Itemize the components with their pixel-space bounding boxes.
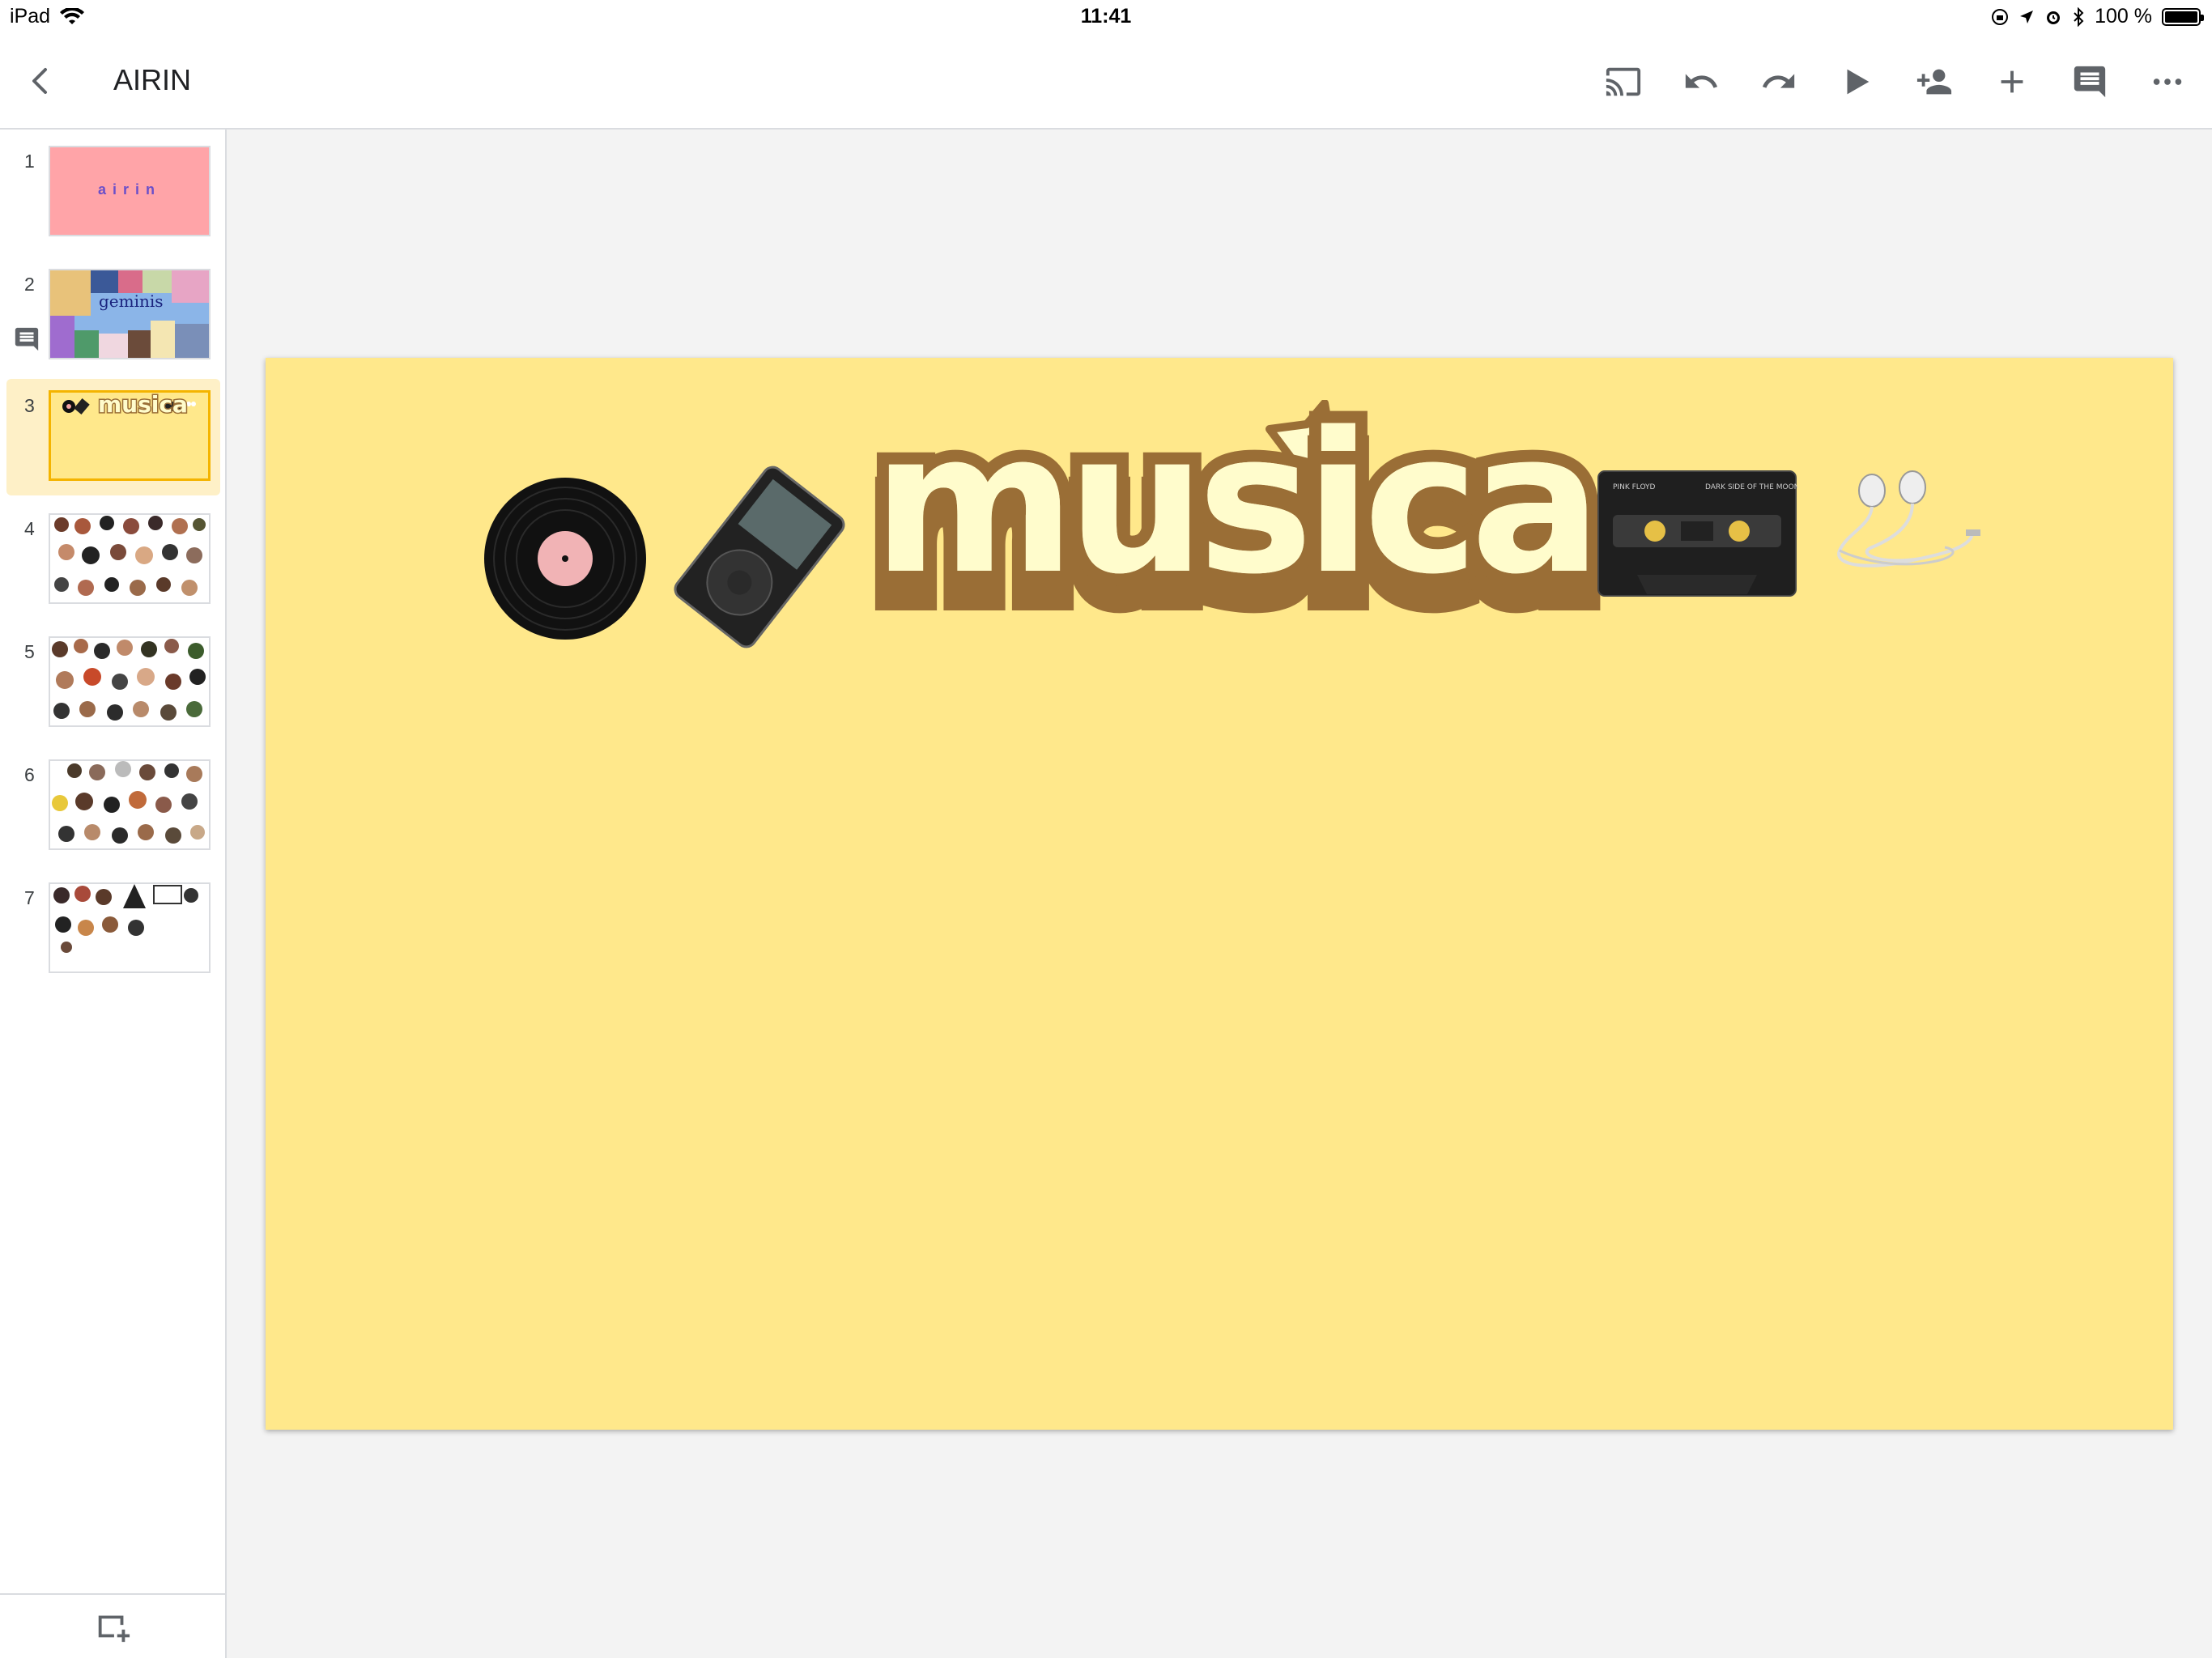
slide-thumbnail-7[interactable]: 7	[6, 871, 220, 988]
app-bar: AIRIN	[0, 34, 2212, 130]
plus-icon	[2001, 70, 2023, 93]
location-icon	[2020, 10, 2034, 23]
slide-number: 6	[24, 764, 35, 785]
cassette-label-left: PINK FLOYD	[1613, 483, 1656, 491]
present-button[interactable]	[1828, 53, 1885, 110]
document-title[interactable]: AIRIN	[113, 63, 191, 97]
collage-preview	[52, 761, 205, 844]
slide-number: 7	[24, 887, 35, 908]
slide-number: 2	[24, 274, 35, 295]
play-icon	[1847, 69, 1870, 95]
current-slide[interactable]: musica musica musica PINK FLOYD DARK SID…	[266, 358, 2173, 1430]
chevron-left-icon	[32, 68, 47, 94]
redo-icon	[1762, 74, 1795, 88]
musica-title[interactable]: musica musica musica	[859, 394, 1615, 640]
cassette-label-right: DARK SIDE OF THE MOON	[1705, 483, 1797, 491]
earphones-image[interactable]	[1823, 470, 1985, 583]
slide-number: 3	[24, 395, 35, 416]
back-button[interactable]	[18, 58, 63, 104]
slide-preview-text: musica	[97, 391, 189, 419]
cast-button[interactable]	[1595, 53, 1652, 110]
slide-preview	[49, 513, 211, 604]
slide-thumbnail-panel: 1 airin 2 geminis 3 musica 4 5 6 7	[0, 130, 227, 1658]
slide-preview: airin	[49, 146, 211, 236]
clock: 11:41	[1080, 5, 1132, 28]
rotation-lock-icon	[1992, 8, 2009, 25]
redo-button[interactable]	[1750, 53, 1807, 110]
slide-thumbnail-6[interactable]: 6	[6, 748, 220, 865]
slide-thumbnail-4[interactable]: 4	[6, 502, 220, 619]
slide-thumbnail-5[interactable]: 5	[6, 625, 220, 742]
slide-number: 4	[24, 518, 35, 539]
slide-preview	[49, 636, 211, 727]
musica-title-text: musica	[873, 390, 1602, 617]
comment-icon	[15, 327, 39, 351]
add-person-icon	[1916, 69, 1952, 95]
slide-thumbnail-3[interactable]: 3 musica	[6, 379, 220, 495]
collage-preview	[54, 516, 206, 596]
slide-thumbnail-1[interactable]: 1 airin	[6, 134, 220, 251]
slide-preview-text: geminis	[99, 291, 164, 311]
collage-preview	[53, 884, 198, 953]
add-slide-icon	[98, 1615, 130, 1643]
vinyl-record-image[interactable]	[483, 476, 648, 641]
alarm-icon	[2047, 11, 2061, 24]
more-options-button[interactable]	[2139, 53, 2196, 110]
collage-preview	[50, 270, 209, 358]
collage-preview	[52, 639, 206, 721]
slide-number: 5	[24, 641, 35, 662]
ipod-image[interactable]	[662, 460, 857, 654]
cassette-tape-image[interactable]: PINK FLOYD DARK SIDE OF THE MOON	[1597, 470, 1797, 597]
slide-preview-text: airin	[97, 181, 161, 198]
slide-preview: geminis	[49, 269, 211, 359]
insert-button[interactable]	[1984, 53, 2040, 110]
comment-icon	[2074, 66, 2106, 98]
share-button[interactable]	[1906, 53, 1963, 110]
cast-icon	[1606, 67, 1641, 96]
new-slide-button[interactable]	[0, 1593, 225, 1658]
battery-percent: 100 %	[2095, 5, 2152, 28]
slide-preview: musica	[49, 390, 211, 481]
comments-button[interactable]	[2061, 53, 2118, 110]
status-right: 100 %	[1991, 5, 2204, 28]
toolbar	[1595, 53, 2196, 110]
battery-icon	[2162, 7, 2204, 26]
slide-preview	[49, 759, 211, 850]
bluetooth-icon	[2074, 6, 2084, 27]
slide-number: 1	[24, 151, 35, 172]
status-bar: iPad 11:41 100 %	[0, 0, 2212, 34]
battery-fill	[2165, 11, 2197, 23]
slide-thumbnail-2[interactable]: 2 geminis	[6, 257, 220, 374]
more-icon	[2153, 79, 2182, 85]
undo-button[interactable]	[1673, 53, 1729, 110]
slide-preview	[49, 882, 211, 973]
undo-icon	[1685, 74, 1718, 88]
slide-canvas-area: musica musica musica PINK FLOYD DARK SID…	[227, 130, 2212, 1658]
